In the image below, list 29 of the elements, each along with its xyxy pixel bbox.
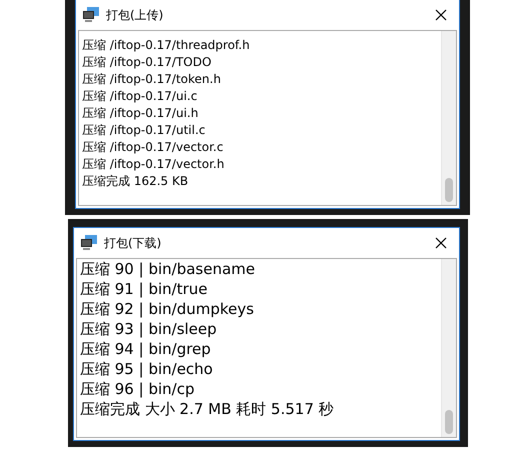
scrollbar[interactable]	[441, 31, 456, 205]
log-line: 压缩完成 162.5 KB	[82, 173, 190, 190]
log-line: 压缩 /iftop-0.17/ui.c	[82, 88, 198, 105]
close-icon[interactable]	[435, 237, 447, 249]
log-line: 压缩 /iftop-0.17/TODO	[82, 54, 212, 71]
log-line: 压缩 93 | bin/sleep	[80, 319, 218, 339]
scroll-thumb[interactable]	[445, 410, 453, 434]
close-icon[interactable]	[435, 9, 447, 21]
log-line: 压缩 92 | bin/dumpkeys	[80, 299, 255, 319]
computer-icon	[82, 7, 100, 23]
log-line: 压缩 /iftop-0.17/util.c	[82, 122, 206, 139]
log-line: 压缩 95 | bin/echo	[80, 359, 214, 379]
log-text-area[interactable]: 压缩 /iftop-0.17/threadprof.h 压缩 /iftop-0.17/TODO 压缩 /iftop-0.17/token.h 压缩 /iftop-0.17/ui.c 压缩 /iftop-0.17/ui.h 压缩 /iftop-0.17/util.c 压缩 /iftop-0.17/vector.c 压缩 /iftop-0.17/vector.h 压缩完成 162.5 KB	[78, 30, 457, 206]
log-text-area[interactable]: 压缩 90 | bin/basename 压缩 91 | bin/true 压缩 92 | bin/dumpkeys 压缩 93 | bin/sleep 压缩 94 | bin/grep 压缩 95 | bin/echo 压缩 96 | bin/cp 压缩完成 大小 2.7 MB 耗时 5.517 秒	[76, 258, 457, 438]
log-line: 压缩 /iftop-0.17/vector.c	[82, 139, 224, 156]
computer-icon	[80, 235, 98, 251]
log-line: 压缩 91 | bin/true	[80, 279, 208, 299]
log-line: 压缩 96 | bin/cp	[80, 379, 196, 399]
log-line: 压缩 /iftop-0.17/threadprof.h	[82, 37, 251, 54]
scrollbar[interactable]	[441, 259, 456, 437]
log-line: 压缩 /iftop-0.17/token.h	[82, 71, 222, 88]
log-line: 压缩 /iftop-0.17/ui.h	[82, 105, 200, 122]
window-title: 打包(下载)	[104, 234, 162, 252]
scroll-thumb[interactable]	[445, 178, 453, 202]
log-line: 压缩 94 | bin/grep	[80, 339, 212, 359]
window-title: 打包(上传)	[106, 6, 164, 24]
log-line: 压缩完成 大小 2.7 MB 耗时 5.517 秒	[80, 399, 335, 419]
log-line: 压缩 90 | bin/basename	[80, 259, 256, 279]
log-line: 压缩 /iftop-0.17/vector.h	[82, 156, 226, 173]
